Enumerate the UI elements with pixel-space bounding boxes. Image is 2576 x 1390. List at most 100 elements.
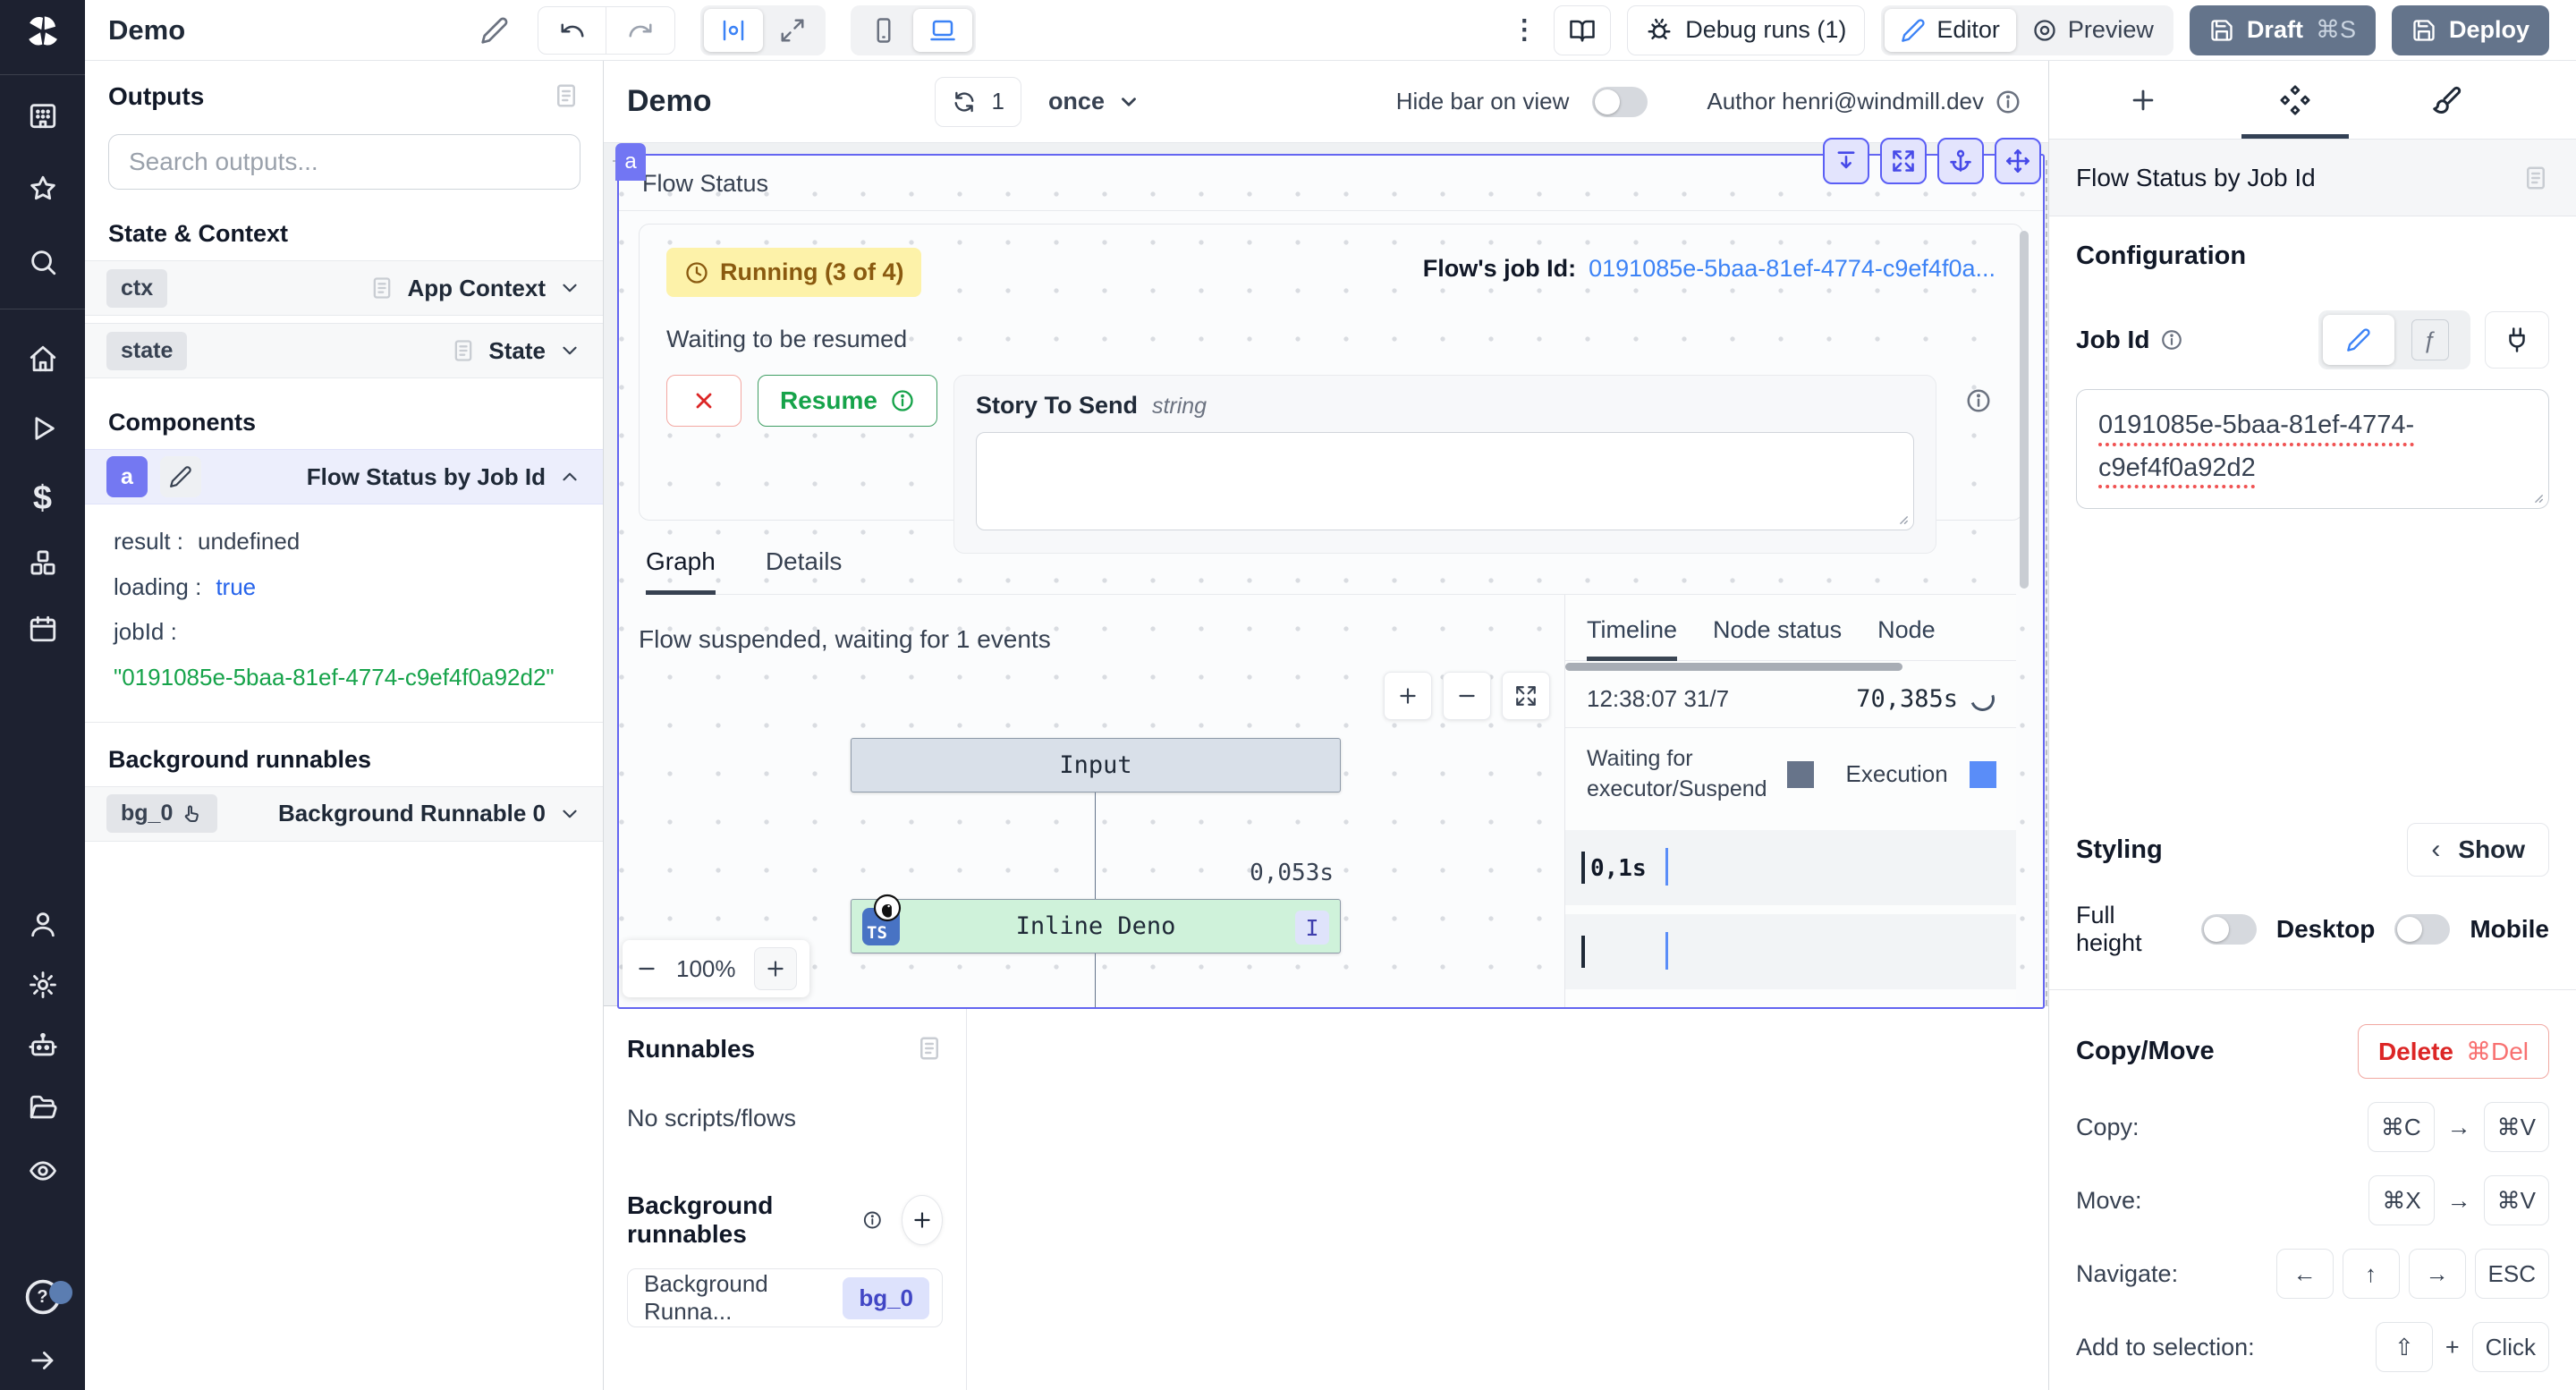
edit-component-pencil-icon[interactable] <box>160 456 201 497</box>
jobid-prop[interactable]: jobId :"0191085e-5baa-81ef-4774-c9ef4f0a… <box>114 609 585 699</box>
deno-logo-icon <box>873 894 902 922</box>
deploy-button[interactable]: Deploy <box>2392 5 2549 55</box>
draft-save-button[interactable]: Draft ⌘S <box>2190 5 2376 55</box>
zoom-increase-button[interactable] <box>754 947 797 990</box>
mobile-view-button[interactable] <box>854 9 913 52</box>
job-id-input[interactable]: 0191085e-5baa-81ef-4774-c9ef4f0a92d2 <box>2076 389 2549 509</box>
expand-component-button[interactable] <box>1880 138 1927 184</box>
search-outputs-input[interactable] <box>108 134 580 190</box>
schedules-calendar-icon[interactable] <box>28 614 58 644</box>
audit-eye-icon[interactable] <box>28 1156 58 1186</box>
resources-boxes-icon[interactable] <box>28 547 58 578</box>
tab-timeline[interactable]: Timeline <box>1587 616 1677 661</box>
graph-zoom-out-button[interactable] <box>1443 672 1491 720</box>
component-vertical-scrollbar[interactable] <box>2020 231 2029 589</box>
resize-handle-icon[interactable] <box>1890 506 1910 526</box>
selected-component-tag[interactable]: a <box>615 143 646 181</box>
more-options-kebab-icon[interactable]: ⋮ <box>1511 17 1538 44</box>
timeline-row[interactable]: 0,1s <box>1565 830 2016 905</box>
panel-doc-icon[interactable] <box>916 1035 943 1062</box>
expression-input-fx-button[interactable]: ƒ <box>2394 315 2466 365</box>
component-settings-tab[interactable] <box>2219 61 2371 139</box>
chevron-down-icon[interactable] <box>558 339 581 362</box>
chevron-down-icon[interactable] <box>558 276 581 300</box>
panel-doc-icon[interactable] <box>553 82 580 109</box>
info-icon[interactable] <box>1995 89 2021 115</box>
result-prop[interactable]: result :undefined <box>114 519 585 564</box>
timeline-horizontal-scrollbar[interactable] <box>1565 663 1902 671</box>
expand-rail-arrow-icon[interactable] <box>28 1345 58 1376</box>
full-height-toggle[interactable] <box>2201 914 2257 945</box>
runs-play-icon[interactable] <box>28 413 58 444</box>
user-icon[interactable] <box>28 909 58 939</box>
tab-details[interactable]: Details <box>766 547 843 594</box>
tab-node-status[interactable]: Node status <box>1713 616 1842 660</box>
component-a-row[interactable]: a Flow Status by Job Id <box>85 449 603 504</box>
panel-doc-icon[interactable] <box>2522 165 2549 191</box>
tab-node-definition[interactable]: Node <box>1877 616 1936 660</box>
search-icon[interactable] <box>28 247 58 277</box>
timeline-row[interactable] <box>1565 914 2016 989</box>
fullwidth-layout-button[interactable] <box>763 9 822 52</box>
centered-layout-button[interactable] <box>704 9 763 52</box>
move-component-button[interactable] <box>1995 138 2041 184</box>
move-shortcut-row: Move: ⌘X → ⌘V <box>2076 1175 2549 1225</box>
graph-fullscreen-button[interactable] <box>1502 672 1550 720</box>
debug-runs-button[interactable]: Debug runs (1) <box>1627 5 1865 55</box>
editor-tab[interactable]: Editor <box>1885 9 2016 52</box>
bottom-panel: Runnables No scripts/flows Background ru… <box>604 1005 2048 1390</box>
apps-icon[interactable] <box>28 100 58 131</box>
rename-app-pencil-icon[interactable] <box>480 16 509 45</box>
docs-book-button[interactable] <box>1554 5 1611 55</box>
state-output-row[interactable]: state State <box>85 323 603 378</box>
timeline-now-marker <box>1665 932 1668 970</box>
graph-node-input[interactable]: Input <box>851 738 1341 792</box>
ai-robot-icon[interactable] <box>28 1030 58 1061</box>
styling-tab[interactable] <box>2371 61 2523 139</box>
undo-button[interactable] <box>538 7 606 54</box>
static-input-pencil-button[interactable] <box>2323 315 2394 365</box>
resize-handle-icon[interactable] <box>2525 485 2545 504</box>
tab-graph[interactable]: Graph <box>646 547 716 595</box>
schedule-dropdown[interactable]: once <box>1048 88 1140 115</box>
desktop-view-button[interactable] <box>913 9 972 52</box>
ctx-output-row[interactable]: ctx App Context <box>85 260 603 316</box>
bg0-output-row[interactable]: bg_0 Background Runnable 0 <box>85 786 603 842</box>
cancel-flow-button[interactable] <box>666 375 741 427</box>
flow-graph-pane[interactable]: Flow suspended, waiting for 1 events Inp… <box>619 595 1564 1009</box>
info-icon[interactable] <box>2160 328 2183 352</box>
delete-component-button[interactable]: Delete ⌘Del <box>2358 1024 2549 1079</box>
loading-prop[interactable]: loading :true <box>114 564 585 610</box>
graph-zoom-in-button[interactable] <box>1384 672 1432 720</box>
home-icon[interactable] <box>28 343 58 374</box>
redo-button[interactable] <box>606 7 674 54</box>
app-canvas[interactable]: a Flow Status Running (3 of 4) Flow's jo… <box>604 143 2048 1005</box>
flow-status-component[interactable]: Flow Status Running (3 of 4) Flow's job … <box>617 154 2045 1009</box>
favorites-star-icon[interactable] <box>28 174 58 204</box>
insert-component-tab[interactable] <box>2067 61 2219 139</box>
refresh-button[interactable]: 1 <box>935 77 1021 127</box>
story-textarea[interactable] <box>976 432 1914 530</box>
variables-dollar-icon[interactable]: $ <box>33 479 52 518</box>
doc-icon <box>369 275 394 301</box>
add-background-runnable-button[interactable] <box>902 1195 943 1245</box>
preview-tab[interactable]: Preview <box>2016 9 2170 52</box>
graph-node-inline-deno[interactable]: TS Inline Deno I <box>851 899 1341 954</box>
chevron-down-icon[interactable] <box>558 802 581 826</box>
info-icon[interactable] <box>1965 387 1992 414</box>
desktop-toggle[interactable] <box>2394 914 2450 945</box>
hide-bar-toggle[interactable] <box>1592 87 1648 117</box>
info-icon[interactable] <box>862 1208 883 1233</box>
chevron-up-icon[interactable] <box>558 465 581 488</box>
anchor-component-button[interactable] <box>1937 138 1984 184</box>
background-runnable-item[interactable]: Background Runna... bg_0 <box>627 1268 943 1327</box>
folders-icon[interactable] <box>28 1093 58 1123</box>
show-styling-button[interactable]: ‹ Show <box>2407 823 2549 877</box>
zoom-decrease-button[interactable] <box>635 957 658 980</box>
flow-job-id-link[interactable]: 0191085e-5baa-81ef-4774-c9ef4f0a... <box>1589 255 1996 283</box>
align-bottom-button[interactable] <box>1823 138 1869 184</box>
resume-flow-button[interactable]: Resume <box>758 375 937 427</box>
settings-gear-icon[interactable] <box>28 970 58 1000</box>
windmill-logo[interactable] <box>24 13 62 50</box>
connect-input-plug-button[interactable] <box>2485 311 2549 369</box>
